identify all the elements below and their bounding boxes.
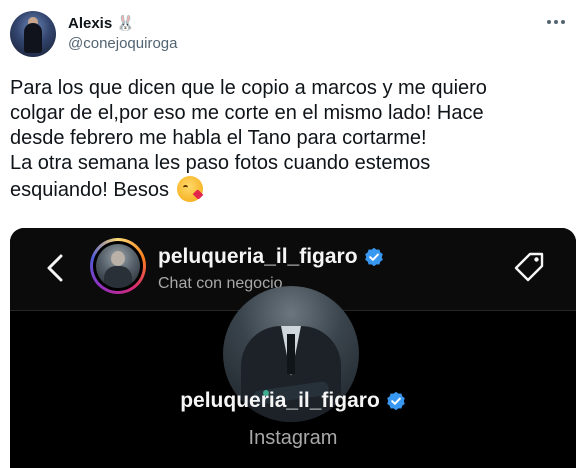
tweet-text: Para los que dicen que le copio a marcos… [10, 76, 576, 203]
tweet-text-line: Para los que dicen que le copio a marcos… [10, 77, 487, 99]
price-tag-icon[interactable] [513, 250, 547, 284]
ig-header-username[interactable]: peluqueria_il_figaro [158, 245, 358, 269]
more-options-icon[interactable] [544, 12, 568, 32]
tweet-media-image[interactable]: peluqueria_il_figaro Chat con negocio pe… [10, 228, 576, 468]
tweet-text-line-last: esquiando! Besos [10, 176, 576, 203]
kissing-face-emoji-icon [176, 176, 203, 202]
ig-platform-label: Instagram [248, 427, 338, 449]
avatar-body [24, 23, 42, 53]
ig-avatar-photo [96, 244, 140, 288]
author-avatar[interactable] [10, 11, 56, 57]
ig-profile-username: peluqueria_il_figaro [180, 389, 380, 412]
author-name[interactable]: Alexis [68, 15, 112, 32]
rabbit-emoji: 🐰 [116, 15, 135, 32]
verified-badge-icon [364, 247, 383, 267]
author-handle[interactable]: @conejoquiroga [68, 35, 177, 52]
ig-header-username-row[interactable]: peluqueria_il_figaro [158, 245, 384, 269]
ig-story-avatar[interactable] [90, 238, 146, 294]
tweet-text-line: desde febrero me habla el Tano para cort… [10, 127, 427, 149]
author-name-row[interactable]: Alexis 🐰 [68, 14, 135, 33]
tweet-text-line: La otra semana les paso fotos cuando est… [10, 152, 431, 174]
tweet-text-line: colgar de el,por eso me corte en el mism… [10, 102, 484, 124]
tweet-text-last-words: esquiando! Besos [10, 179, 170, 201]
ig-profile-username-row: peluqueria_il_figaro [10, 389, 576, 413]
verified-badge-icon [386, 391, 405, 411]
back-chevron-icon[interactable] [44, 253, 66, 283]
